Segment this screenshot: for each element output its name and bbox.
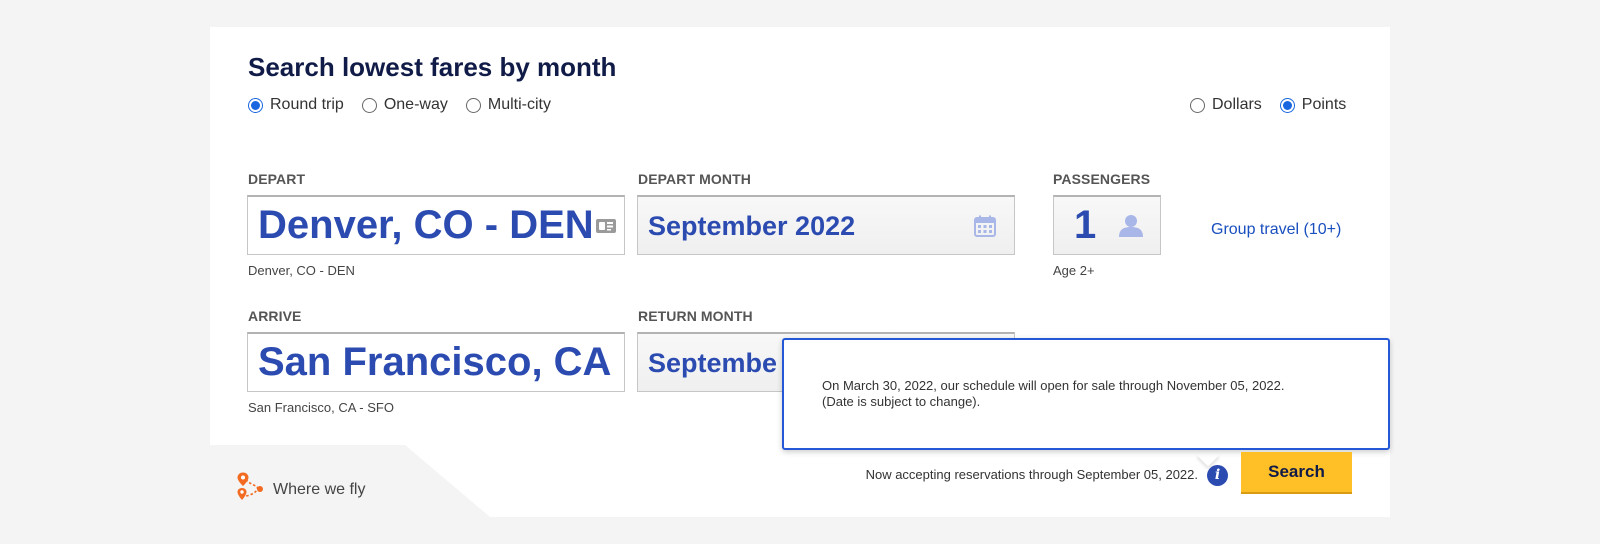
depart-label: DEPART xyxy=(248,171,306,187)
depart-value: Denver, CO - DEN xyxy=(258,203,594,247)
trip-type-group: Round trip One-way Multi-city xyxy=(248,96,569,114)
search-button[interactable]: Search xyxy=(1241,452,1352,494)
radio-label: Points xyxy=(1301,96,1347,113)
depart-month-select[interactable]: September 2022 xyxy=(637,195,1015,255)
airport-card-icon xyxy=(595,217,617,235)
where-we-fly-link[interactable]: Where we fly xyxy=(234,472,365,507)
arrive-value: San Francisco, CA xyxy=(258,340,612,384)
depart-airport-text: Denver, CO - DEN xyxy=(248,263,355,278)
arrive-input[interactable]: San Francisco, CA xyxy=(247,332,625,392)
depart-month-label: DEPART MONTH xyxy=(638,171,751,187)
where-we-fly-label: Where we fly xyxy=(273,480,366,498)
page-title: Search lowest fares by month xyxy=(248,52,617,82)
depart-month-value: September 2022 xyxy=(648,211,856,241)
radio-button[interactable] xyxy=(465,97,481,113)
group-travel-link[interactable]: Group travel (10+) xyxy=(1211,221,1341,239)
radio-label: Round trip xyxy=(270,96,344,113)
points-radio[interactable]: Points xyxy=(1279,96,1347,114)
route-map-icon xyxy=(234,472,266,507)
schedule-tooltip: On March 30, 2022, our schedule will ope… xyxy=(782,338,1390,450)
return-month-value: Septembe xyxy=(648,348,778,378)
reservation-notice: Now accepting reservations through Septe… xyxy=(865,467,1198,482)
radio-button[interactable] xyxy=(248,97,263,113)
return-month-label: RETURN MONTH xyxy=(638,308,753,324)
radio-label: Dollars xyxy=(1212,96,1262,113)
radio-label: One-way xyxy=(383,96,448,113)
dollars-radio[interactable]: Dollars xyxy=(1190,96,1262,114)
person-icon xyxy=(1118,214,1144,243)
radio-button[interactable] xyxy=(1279,97,1295,113)
passengers-value: 1 xyxy=(1074,203,1097,247)
arrive-label: ARRIVE xyxy=(248,308,302,324)
calendar-icon xyxy=(974,215,996,242)
tooltip-line-2: (Date is subject to change). xyxy=(822,394,981,409)
one-way-radio[interactable]: One-way xyxy=(361,96,448,114)
tooltip-text: On March 30, 2022, our schedule will ope… xyxy=(822,378,1285,410)
radio-button[interactable] xyxy=(361,97,377,113)
round-trip-radio[interactable]: Round trip xyxy=(248,96,344,114)
arrive-airport-text: San Francisco, CA - SFO xyxy=(248,400,394,415)
passengers-select[interactable]: 1 xyxy=(1053,195,1161,255)
multi-city-radio[interactable]: Multi-city xyxy=(465,96,551,114)
info-icon[interactable]: i xyxy=(1207,465,1228,486)
radio-button[interactable] xyxy=(1190,97,1205,113)
radio-label: Multi-city xyxy=(487,96,551,113)
passengers-label: PASSENGERS xyxy=(1053,171,1151,187)
depart-input[interactable]: Denver, CO - DEN xyxy=(247,195,625,255)
currency-group: Dollars Points xyxy=(1190,96,1346,114)
passengers-age-text: Age 2+ xyxy=(1053,263,1095,278)
tooltip-line-1: On March 30, 2022, our schedule will ope… xyxy=(822,378,1285,393)
